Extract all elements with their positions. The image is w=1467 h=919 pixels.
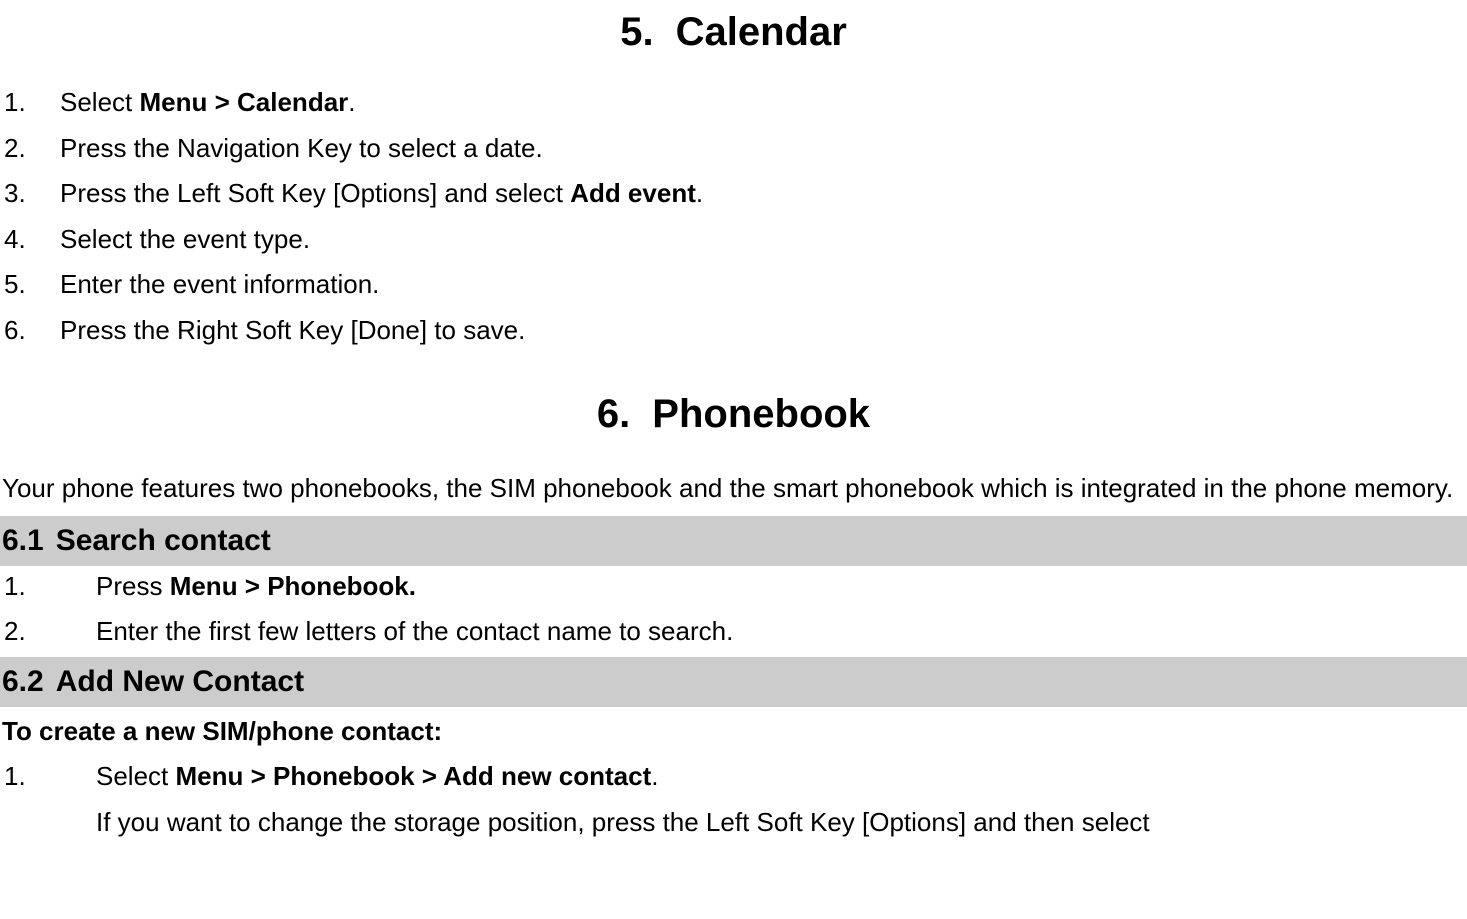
list-item: 4. Select the event type.: [0, 219, 1467, 261]
heading-6-title: Phonebook: [652, 392, 870, 436]
heading-6-2-title: Add New Contact: [56, 665, 304, 698]
add-contact-steps-list: 1. Select Menu > Phonebook > Add new con…: [0, 756, 1467, 843]
step-text: Press the Navigation Key to select a dat…: [60, 128, 1467, 170]
list-item: 3. Press the Left Soft Key [Options] and…: [0, 173, 1467, 215]
heading-section-5: 5. Calendar: [0, 0, 1467, 64]
step-number: 5.: [0, 264, 60, 306]
heading-6-2-number: 6.2: [2, 665, 44, 698]
step-text: Select Menu > Calendar.: [60, 82, 1467, 124]
step-number: 3.: [0, 173, 60, 215]
phonebook-intro: Your phone features two phonebooks, the …: [0, 464, 1467, 512]
step-text: Press the Right Soft Key [Done] to save.: [60, 310, 1467, 352]
heading-6-number: 6.: [597, 392, 630, 436]
step-number: 2.: [0, 611, 96, 653]
list-item: 1. Select Menu > Calendar.: [0, 82, 1467, 124]
add-contact-follow: If you want to change the storage positi…: [0, 802, 1467, 844]
list-item: 1. Select Menu > Phonebook > Add new con…: [0, 756, 1467, 798]
heading-5-number: 5.: [620, 10, 653, 54]
list-item: 1. Press Menu > Phonebook.: [0, 566, 1467, 608]
heading-6-1-number: 6.1: [2, 524, 44, 557]
calendar-steps-list: 1. Select Menu > Calendar. 2. Press the …: [0, 82, 1467, 352]
heading-5-title: Calendar: [676, 10, 847, 54]
step-number: 4.: [0, 219, 60, 261]
step-number: 6.: [0, 310, 60, 352]
step-number: 1.: [0, 82, 60, 124]
heading-6-2: 6.2 Add New Contact: [0, 657, 1467, 707]
heading-section-6: 6. Phonebook: [0, 382, 1467, 446]
step-number: 1.: [0, 756, 96, 798]
step-number: 2.: [0, 128, 60, 170]
step-text: Select the event type.: [60, 219, 1467, 261]
add-contact-lead: To create a new SIM/phone contact:: [0, 711, 1467, 753]
step-text: Press the Left Soft Key [Options] and se…: [60, 173, 1467, 215]
list-item: 6. Press the Right Soft Key [Done] to sa…: [0, 310, 1467, 352]
step-number: 1.: [0, 566, 96, 608]
heading-6-1-title: Search contact: [56, 524, 271, 557]
step-text: Enter the event information.: [60, 264, 1467, 306]
step-text: Select Menu > Phonebook > Add new contac…: [96, 756, 1467, 798]
list-item: 5. Enter the event information.: [0, 264, 1467, 306]
list-item: 2. Press the Navigation Key to select a …: [0, 128, 1467, 170]
heading-6-1: 6.1 Search contact: [0, 516, 1467, 566]
step-text: Enter the first few letters of the conta…: [96, 611, 1467, 653]
step-text: Press Menu > Phonebook.: [96, 566, 1467, 608]
search-contact-steps-list: 1. Press Menu > Phonebook. 2. Enter the …: [0, 566, 1467, 653]
list-item: 2. Enter the first few letters of the co…: [0, 611, 1467, 653]
